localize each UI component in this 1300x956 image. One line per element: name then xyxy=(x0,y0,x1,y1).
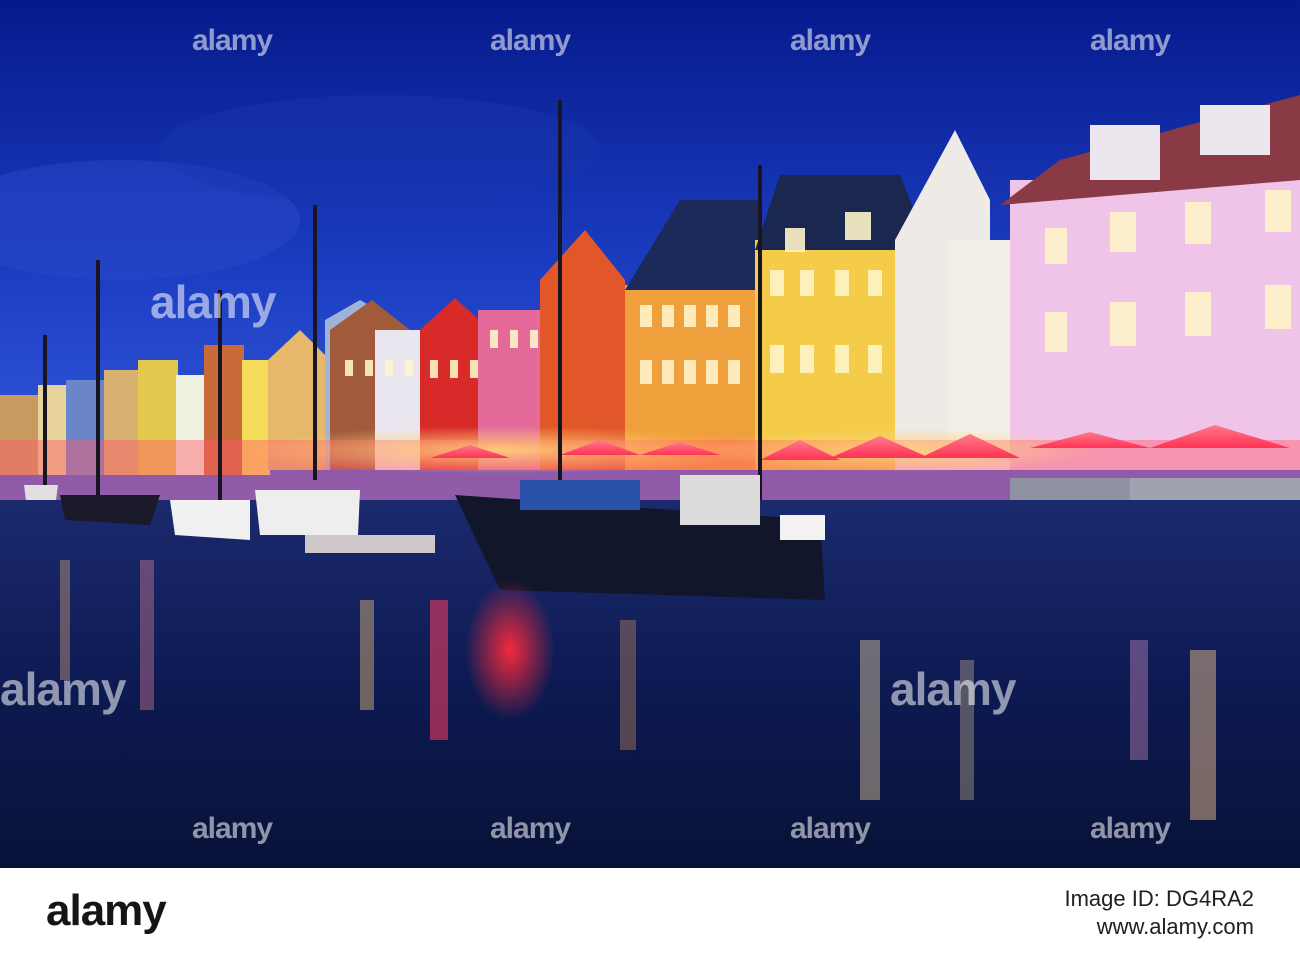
footer-bar: alamy Image ID: DG4RA2 www.alamy.com xyxy=(0,868,1300,956)
white-boat xyxy=(255,490,360,535)
nyhavn-canal-photo xyxy=(0,0,1300,868)
photo-frame: alamy alamy alamy alamy alamy alamy alam… xyxy=(0,0,1300,868)
alamy-logo: alamy xyxy=(46,886,167,935)
site-url: www.alamy.com xyxy=(1096,914,1254,939)
image-id: Image ID: DG4RA2 xyxy=(1064,886,1254,911)
